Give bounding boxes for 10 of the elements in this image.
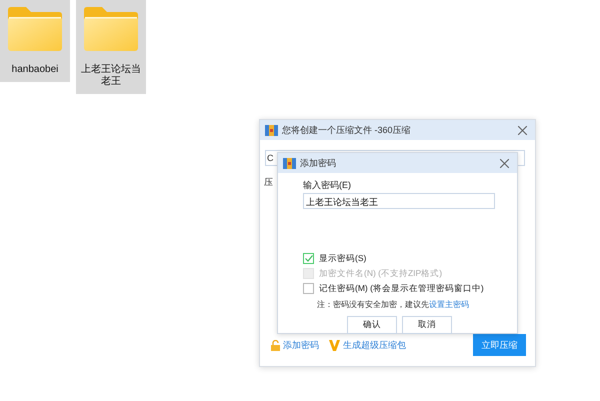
window-title: 您将创建一个压缩文件 -360压缩 [282, 124, 412, 136]
checkbox-label: 记住密码(M) (将会显示在管理密码窗口中) [319, 282, 484, 294]
checkbox-label: 加密文件名(N) (不支持ZIP格式) [319, 268, 442, 280]
folder-label: 上老王论坛当老王 [81, 64, 141, 88]
field-label: 压 [264, 176, 273, 189]
dialog-title: 添加密码 [300, 156, 337, 170]
folder-label: hanbaobei [10, 64, 60, 76]
note-text: 注：密码没有安全加密，建议先设置主密码 [317, 299, 470, 310]
checkbox-label: 显示密码(S) [319, 252, 366, 264]
password-label: 输入密码(E) [303, 179, 352, 192]
